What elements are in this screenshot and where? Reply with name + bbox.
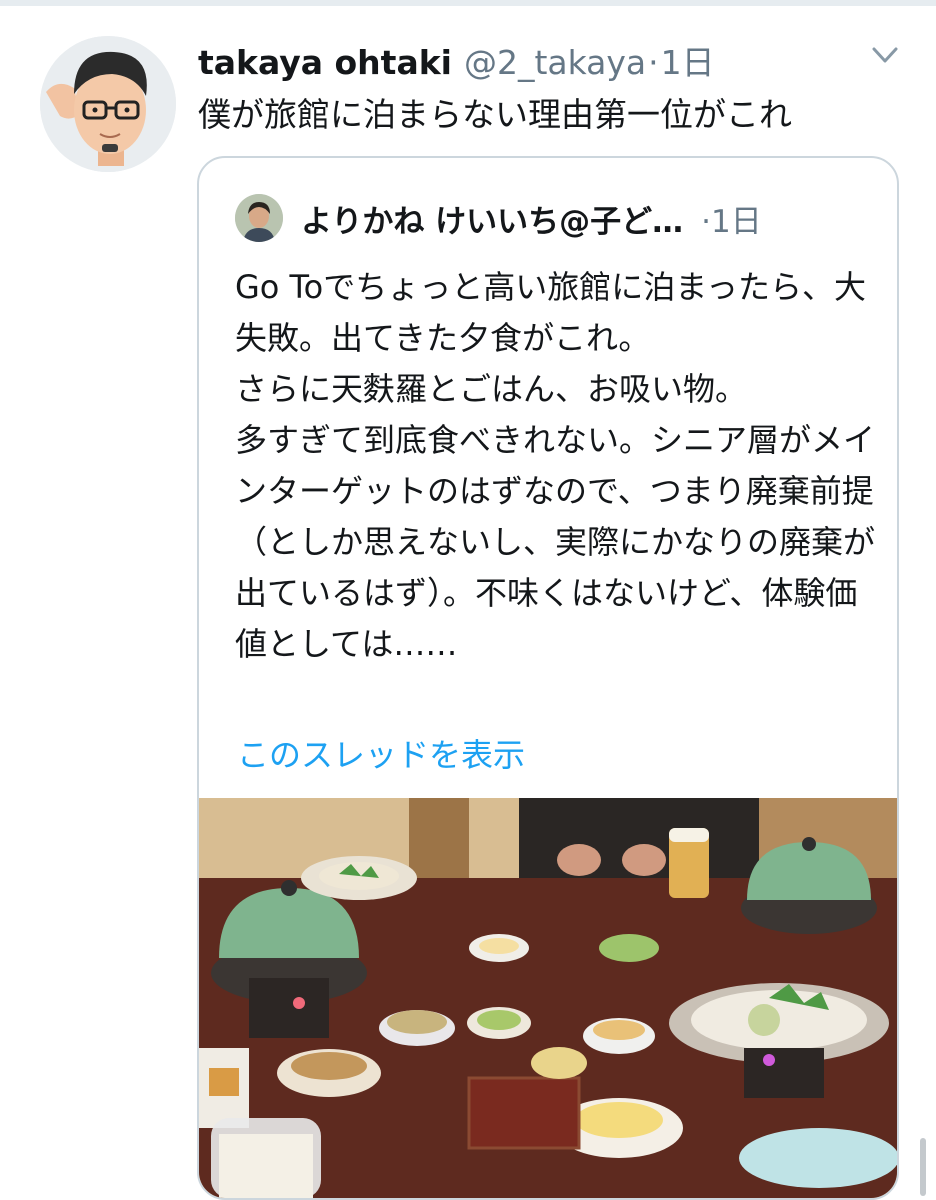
top-divider (0, 0, 936, 6)
scroll-indicator[interactable] (920, 1138, 926, 1196)
quoted-tweet-card[interactable]: よりかね けいいち@子ど… · 1日 Go Toでちょっと高い旅館に泊まったら、… (197, 156, 899, 1200)
avatar[interactable] (40, 36, 176, 172)
tweet-timestamp[interactable]: 1日 (661, 36, 715, 84)
quoted-author-name[interactable]: よりかね けいいち@子ど… (301, 196, 683, 241)
separator-dot: · (648, 43, 659, 82)
author-handle[interactable]: @2_takaya (464, 43, 646, 82)
chevron-down-icon[interactable] (868, 38, 902, 72)
show-thread-link[interactable]: このスレッドを表示 (237, 730, 525, 776)
tweet-header: takaya ohtaki @2_takaya · 1日 (198, 36, 898, 82)
quoted-timestamp[interactable]: 1日 (711, 196, 762, 241)
dinner-photo[interactable] (199, 798, 897, 1198)
tweet-text: 僕が旅館に泊まらない理由第一位がこれ (198, 95, 792, 134)
quoted-separator-dot: · (701, 204, 712, 240)
quoted-avatar (235, 194, 283, 242)
quoted-text: Go Toでちょっと高い旅館に泊まったら、大失敗。出てきた夕食がこれ。 さらに天… (235, 268, 876, 663)
quoted-header: よりかね けいいち@子ど… · 1日 (301, 196, 861, 241)
author-name[interactable]: takaya ohtaki (198, 43, 452, 82)
